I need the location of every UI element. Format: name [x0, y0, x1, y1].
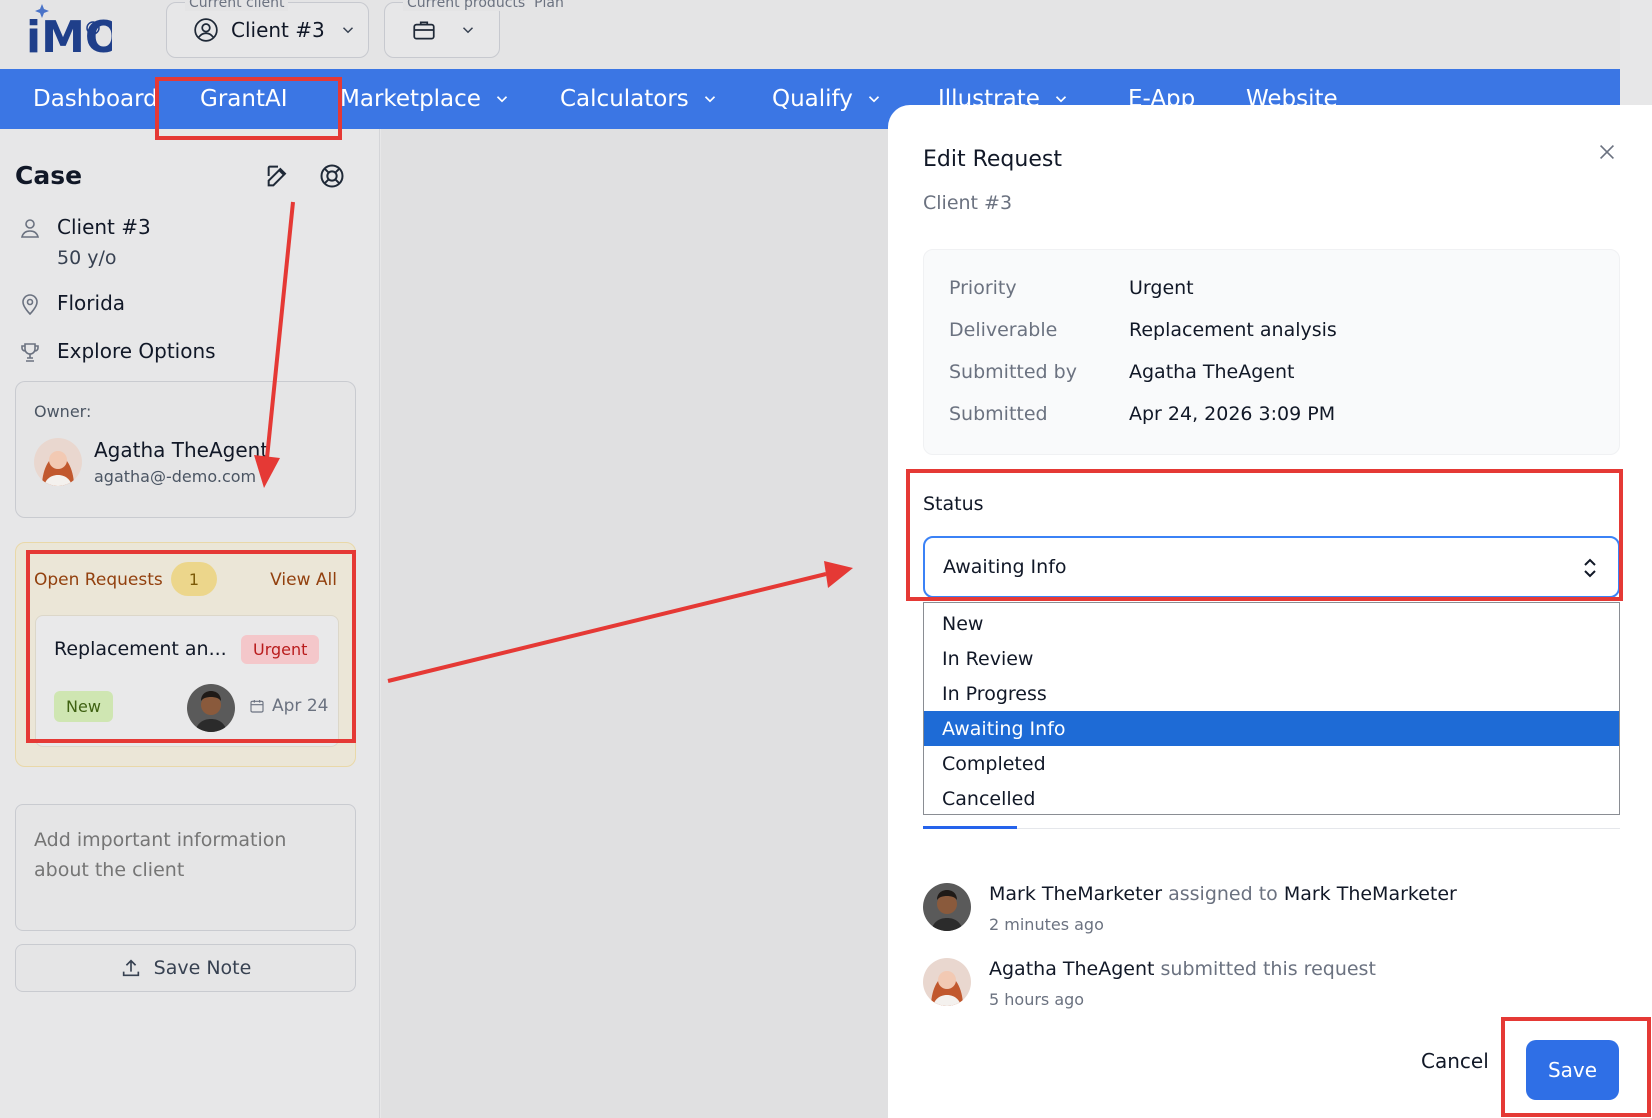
briefcase-icon [413, 21, 435, 40]
client-location: Florida [57, 291, 126, 315]
calendar-icon [250, 700, 264, 713]
chevron-down-icon [496, 96, 508, 103]
status-dropdown: New In Review In Progress Awaiting Info … [923, 602, 1620, 815]
location-row: Florida [18, 291, 125, 317]
edit-icon[interactable] [264, 162, 292, 190]
status-select-value: Awaiting Info [943, 556, 1067, 578]
user-icon [20, 219, 40, 238]
open-requests-count-badge: 1 [171, 562, 217, 596]
trophy-icon [21, 343, 39, 362]
client-row: Client #3 [18, 215, 151, 241]
client-selector[interactable]: Current client Client #3 [166, 0, 369, 58]
tab-divider [923, 828, 1620, 829]
detail-deliverable: Deliverable Replacement analysis [949, 319, 1337, 341]
client-name: Client #3 [57, 215, 151, 239]
status-label: Status [923, 493, 984, 515]
nav-qualify[interactable]: Qualify [772, 69, 883, 129]
open-requests-card: Open Requests 1 View All Replacement an.… [15, 542, 356, 767]
activity-item: Agatha TheAgent submitted this request 5… [923, 958, 1376, 1009]
lifebuoy-icon[interactable] [318, 162, 346, 190]
activity-avatar [923, 958, 971, 1006]
current-products-label: Current products Plan [403, 0, 568, 11]
client-note-input[interactable] [15, 804, 356, 931]
owner-label: Owner: [34, 402, 92, 421]
products-selector[interactable]: Current products Plan [384, 0, 568, 58]
top-header: iMO Current client Client #3 Current pro… [0, 0, 1620, 69]
activity-time: 2 minutes ago [989, 915, 1104, 934]
detail-submitted: Submitted Apr 24, 2026 3:09 PM [949, 403, 1336, 425]
nav-calculators[interactable]: Calculators [560, 69, 719, 129]
chevron-down-icon [342, 27, 353, 34]
chevron-down-icon [462, 27, 474, 34]
drawer-subtitle: Client #3 [923, 192, 1013, 214]
case-title: Case [15, 161, 83, 190]
priority-badge: Urgent [241, 635, 320, 664]
request-item[interactable]: Replacement an... Urgent New Apr 24 [35, 615, 339, 747]
user-circle-icon [194, 18, 218, 42]
status-option-new[interactable]: New [924, 606, 1619, 641]
drawer-title: Edit Request [923, 147, 1062, 172]
main-content-area [381, 129, 888, 1118]
current-client-label: Current client [185, 0, 289, 11]
status-option-awaiting-info[interactable]: Awaiting Info [924, 711, 1619, 746]
status-option-in-progress[interactable]: In Progress [924, 676, 1619, 711]
owner-card: Owner: Agatha TheAgent agatha@-demo.com [15, 381, 356, 518]
chevron-down-icon [704, 96, 715, 103]
detail-priority: Priority Urgent [949, 277, 1194, 299]
owner-email: agatha@-demo.com [94, 467, 257, 486]
view-all-link[interactable]: View All [270, 570, 337, 590]
chevron-down-icon [868, 96, 879, 103]
case-sidebar: Case Client #3 50 y/o Florida Explore Op… [0, 129, 380, 1118]
owner-name: Agatha TheAgent [94, 438, 269, 462]
activity-item: Mark TheMarketer assigned to Mark TheMar… [923, 883, 1457, 934]
activity-time: 5 hours ago [989, 990, 1085, 1009]
upload-icon [122, 959, 139, 977]
nav-dashboard[interactable]: Dashboard [33, 69, 158, 129]
client-age: 50 y/o [57, 247, 117, 269]
request-details: Priority Urgent Deliverable Replacement an… [923, 249, 1620, 455]
svg-text:iMO: iMO [26, 12, 112, 60]
chevron-up-down-icon [1584, 558, 1596, 578]
assignee-avatar [187, 684, 235, 732]
edit-request-drawer: Edit Request Client #3 Priority Urgent De… [888, 105, 1652, 1118]
active-tab-indicator [923, 826, 1017, 829]
request-name: Replacement an... [54, 638, 227, 660]
activity-text: Mark TheMarketer assigned to Mark TheMar… [989, 883, 1457, 905]
status-option-completed[interactable]: Completed [924, 746, 1619, 781]
explore-options-row[interactable]: Explore Options [18, 339, 216, 365]
current-client-value: Client #3 [231, 18, 325, 42]
save-note-button[interactable]: Save Note [15, 944, 356, 992]
activity-avatar [923, 883, 971, 931]
explore-options-label: Explore Options [57, 339, 216, 363]
status-badge: New [54, 691, 113, 722]
imo-logo[interactable]: iMO [22, 0, 112, 60]
map-pin-icon [22, 294, 38, 316]
open-requests-title: Open Requests [34, 570, 163, 590]
owner-avatar [34, 438, 82, 486]
nav-marketplace[interactable]: Marketplace [340, 69, 511, 129]
nav-grantai[interactable]: GrantAI [200, 69, 288, 129]
activity-text: Agatha TheAgent submitted this request [989, 958, 1376, 980]
status-option-in-review[interactable]: In Review [924, 641, 1619, 676]
cancel-button[interactable]: Cancel [1421, 1049, 1489, 1073]
status-select[interactable]: Awaiting Info [923, 536, 1620, 598]
detail-submitted-by: Submitted by Agatha TheAgent [949, 361, 1295, 383]
status-option-cancelled[interactable]: Cancelled [924, 781, 1619, 816]
request-date: Apr 24 [249, 696, 328, 716]
close-icon[interactable] [1596, 141, 1618, 163]
save-button[interactable]: Save [1526, 1040, 1619, 1100]
